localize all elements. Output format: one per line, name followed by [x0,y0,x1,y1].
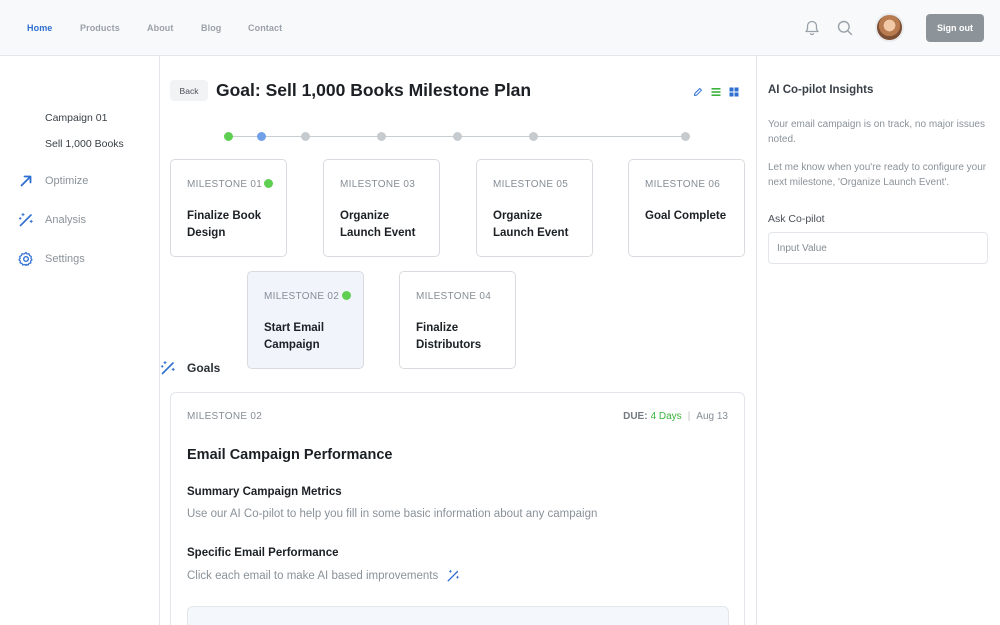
detail-title: Email Campaign Performance [187,447,393,463]
magic-wand-icon [18,212,34,228]
milestone-card-03[interactable]: MILESTONE 03 Organize Launch Event [323,159,440,257]
section-title-summary: Summary Campaign Metrics [187,486,342,498]
list-icon[interactable] [711,84,721,96]
milestone-number: MILESTONE 06 [645,179,721,190]
status-dot-complete [342,291,351,300]
milestone-name: Organize Launch Event [340,210,416,239]
section-desc-text: Click each email to make AI based improv… [187,570,439,582]
copilot-insight-2: Let me know when you're ready to configu… [768,162,987,188]
detail-milestone-number: MILESTONE 02 [187,411,263,422]
grid-icon[interactable] [729,84,739,97]
milestone-name: Finalize Distributors [416,322,482,351]
progress-dot[interactable] [529,132,538,141]
copilot-insight-1: Your email campaign is on track, no majo… [768,119,985,145]
due-label: DUE: [623,411,648,422]
pencil-icon[interactable] [693,84,703,96]
section-desc-email: Click each email to make AI based improv… [187,569,460,583]
milestone-detail-panel: MILESTONE 02 DUE: 4 Days | Aug 13 Email … [170,392,745,625]
milestone-card-05[interactable]: MILESTONE 05 Organize Launch Event [476,159,593,257]
email-list-container[interactable] [187,606,729,625]
sidebar: Goals Campaign 01 Sell 1,000 Books Optim… [0,56,220,625]
page-title: Goal: Sell 1,000 Books Milestone Plan [216,80,532,100]
sidebar-subitem-campaign-01[interactable]: Campaign 01 [45,112,107,124]
nav-link-products[interactable]: Products [80,23,120,33]
nav-link-about[interactable]: About [147,23,174,33]
progress-dot-complete[interactable] [224,132,233,141]
milestone-card-04[interactable]: MILESTONE 04 Finalize Distributors [399,271,516,369]
main-content: Back Goal: Sell 1,000 Books Milestone Pl… [160,56,756,625]
progress-dot[interactable] [377,132,386,141]
progress-dot-current[interactable] [257,132,266,141]
view-toggle [693,84,739,97]
copilot-panel: AI Co-pilot Insights Your email campaign… [756,56,1000,625]
milestone-number: MILESTONE 05 [493,179,569,190]
gear-icon [18,251,34,267]
nav-link-contact[interactable]: Contact [248,23,282,33]
section-title-email: Specific Email Performance [187,547,339,559]
due-date: Aug 13 [696,411,728,422]
due-days: 4 Days [650,411,682,422]
ask-copilot-label: Ask Co-pilot [768,213,825,225]
ask-copilot-input[interactable] [768,232,988,264]
section-desc-text: Use our AI Co-pilot to help you fill in … [187,508,598,520]
milestone-number: MILESTONE 02 [264,291,340,302]
magic-wand-icon[interactable] [446,569,460,583]
sidebar-subitem-sell-books[interactable]: Sell 1,000 Books [45,138,124,150]
sign-out-button[interactable]: Sign out [926,14,984,42]
sidebar-item-label: Settings [45,253,85,265]
section-desc-summary: Use our AI Co-pilot to help you fill in … [187,508,597,520]
milestone-number: MILESTONE 04 [416,291,492,302]
milestone-name: Organize Launch Event [493,210,569,239]
nav-link-home[interactable]: Home [27,23,52,33]
status-dot-complete [264,179,273,188]
arrow-up-right-icon [18,173,34,189]
progress-dot[interactable] [453,132,462,141]
sidebar-item-optimize[interactable]: Optimize [18,173,88,189]
milestone-number: MILESTONE 01 [187,179,263,190]
progress-dot[interactable] [681,132,690,141]
nav-link-blog[interactable]: Blog [201,23,221,33]
copilot-title: AI Co-pilot Insights [768,84,874,96]
due-indicator: DUE: 4 Days | Aug 13 [623,411,728,422]
sidebar-item-settings[interactable]: Settings [18,251,85,267]
progress-dot[interactable] [301,132,310,141]
milestone-name: Goal Complete [645,210,727,222]
sidebar-item-analysis[interactable]: Analysis [18,212,86,228]
avatar[interactable] [875,13,904,42]
milestone-name: Start Email Campaign [264,322,325,351]
back-button[interactable]: Back [170,80,208,101]
search-icon[interactable] [835,18,855,38]
milestone-card-01[interactable]: MILESTONE 01 Finalize Book Design [170,159,287,257]
milestone-number: MILESTONE 03 [340,179,416,190]
top-navbar: Home Products About Blog Contact Sign ou… [0,0,1000,56]
sidebar-item-label: Optimize [45,175,89,187]
sidebar-item-label: Analysis [45,214,86,226]
milestone-name: Finalize Book Design [187,210,262,239]
divider: | [687,411,691,422]
milestone-card-06[interactable]: MILESTONE 06 Goal Complete [628,159,745,257]
bell-icon[interactable] [802,18,822,38]
milestone-card-02[interactable]: MILESTONE 02 Start Email Campaign [247,271,364,369]
